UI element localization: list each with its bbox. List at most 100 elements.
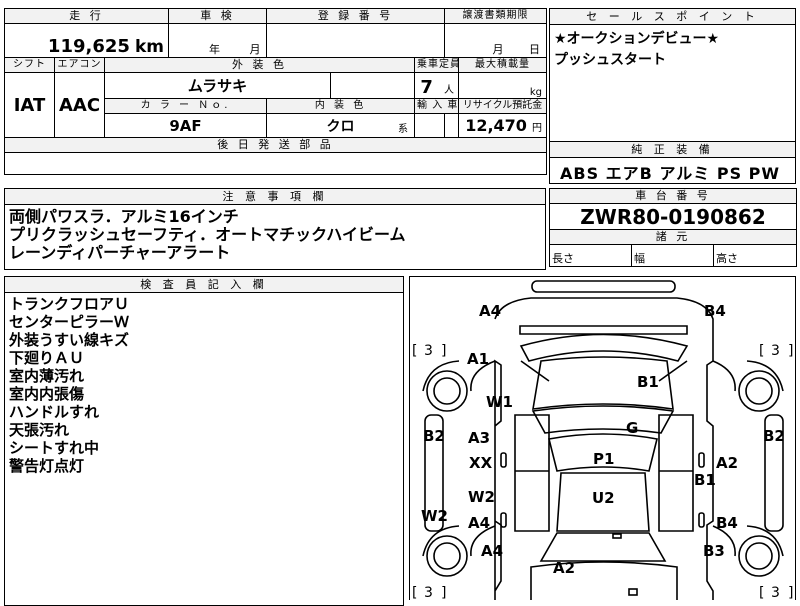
mark-label: B3 xyxy=(703,542,725,560)
inspector-line: トランクフロアＵ xyxy=(9,295,130,313)
mark-label: W2 xyxy=(421,507,448,525)
wheel-rear-left-outer xyxy=(426,535,468,577)
mark-label: A4 xyxy=(481,542,503,560)
front-panel-shape xyxy=(539,532,667,562)
inspector-line: センターピラーＷ xyxy=(9,313,130,331)
registration-value xyxy=(266,23,446,58)
mark-label: B2 xyxy=(763,427,785,445)
inspector-line: ハンドルすれ xyxy=(9,403,100,421)
tailgate-shape xyxy=(519,325,688,335)
inspector-line: 室内薄汚れ xyxy=(9,367,85,385)
genuine-equipment-box: 純 正 装 備 ABS エアB アルミ PS PW xyxy=(549,141,796,184)
capacity-header: 乗車定員 xyxy=(414,57,460,73)
capacity-number: 7 xyxy=(420,77,433,98)
notes-box: 注 意 事 項 欄 両側パワスラ．アルミ16インチ プリクラッシュセーフティ．オ… xyxy=(4,188,546,270)
registration-header: 登 録 番 号 xyxy=(266,8,446,24)
mileage-number: 119,625 xyxy=(47,36,130,57)
mark-label: U2 xyxy=(592,489,615,507)
aircon-header: エアコン xyxy=(54,57,105,73)
mark-label: W2 xyxy=(468,488,495,506)
genuine-equipment-value: ABS エアB アルミ PS PW xyxy=(560,164,781,183)
wheel-front-left-inner xyxy=(433,377,461,405)
tire-bracket-right-bottom: [ xyxy=(759,585,764,600)
bottom-mark-shape xyxy=(628,588,638,596)
mark-label: B4 xyxy=(716,514,738,532)
wheel-front-right-inner xyxy=(745,377,773,405)
mark-label: A4 xyxy=(479,302,501,320)
mark-label: A2 xyxy=(716,454,738,472)
shift-value: IAT xyxy=(4,72,55,138)
right-door-shape xyxy=(658,414,694,532)
inspection-header: 車 検 xyxy=(168,8,268,24)
chassis-table: 車 台 番 号 ZWR80-0190862 諸 元 長さ 幅 高さ xyxy=(548,188,798,267)
mark-label: A2 xyxy=(553,559,575,577)
inspection-month-unit: 月 xyxy=(249,43,261,56)
handle-shape xyxy=(500,512,507,528)
transfer-header: 譲渡書類期限 xyxy=(444,8,548,24)
inspector-line: 外装うすい線キズ xyxy=(9,331,130,349)
tire-bracket-right-bottom-close: ] xyxy=(788,585,793,600)
capacity-unit: 人 xyxy=(444,85,455,96)
transfer-day-unit: 日 xyxy=(529,43,541,56)
vehicle-info-table: 走 行 車 検 登 録 番 号 譲渡書類期限 119,625 km 年 月 月 … xyxy=(3,8,548,175)
mark-label: B4 xyxy=(704,302,726,320)
spec-width: 幅 xyxy=(631,244,714,267)
mileage-value: 119,625 km xyxy=(3,23,170,58)
tire-bracket-right-top: [ xyxy=(759,343,764,359)
import-cell-a xyxy=(414,113,446,138)
max-load-header: 最大積載量 xyxy=(458,57,548,73)
sales-point-lines: ★オークションデビュー★ プッシュスタート xyxy=(554,29,719,71)
mark-label: W1 xyxy=(486,393,513,411)
mileage-unit: km xyxy=(135,37,165,57)
chassis-number: ZWR80-0190862 xyxy=(548,203,798,230)
mark-label: G xyxy=(626,419,638,437)
inspector-line: 天張汚れ xyxy=(9,421,70,439)
spec-header: 諸 元 xyxy=(548,229,798,245)
tire-bracket-right-top-close: ] xyxy=(788,343,793,359)
body-outline-shape xyxy=(494,297,714,600)
sales-point-line: ★オークションデビュー★ xyxy=(554,31,720,47)
handle-shape xyxy=(500,452,507,468)
wheel-front-left-outer xyxy=(426,370,468,412)
shift-text: IAT xyxy=(13,94,46,116)
wheel-front-right-outer xyxy=(738,370,780,412)
interior-color-text: クロ xyxy=(326,118,355,135)
interior-color-header: 内 装 色 xyxy=(266,98,416,114)
aircon-text: AAC xyxy=(58,94,101,116)
recycle-header: リサイクル預託金 xyxy=(458,98,548,114)
mark-label: A4 xyxy=(468,514,490,532)
notes-line: レーンディパーチャーアラート xyxy=(9,243,231,262)
roof-line-shape xyxy=(531,405,675,434)
sales-point-line: プッシュスタート xyxy=(554,52,666,68)
inspector-header: 検 査 員 記 入 欄 xyxy=(5,277,403,293)
tire-bracket-left-bottom: [ xyxy=(412,585,417,600)
inspector-line: シートすれ中 xyxy=(9,439,100,457)
notes-line: 両側パワスラ．アルミ16インチ xyxy=(9,207,239,226)
transfer-month-unit: 月 xyxy=(492,43,504,56)
later-parts-header: 後 日 発 送 部 品 xyxy=(3,137,548,153)
recycle-number: 12,470 xyxy=(465,116,527,135)
exterior-color-extra xyxy=(330,72,416,99)
color-no-header: カ ラ ー Ｎｏ. xyxy=(103,98,268,114)
inspector-box: 検 査 員 記 入 欄 トランクフロアＵ センターピラーＷ 外装うすい線キズ 下… xyxy=(4,276,404,606)
mark-label: B1 xyxy=(694,471,716,489)
interior-color-suffix: 系 xyxy=(398,124,409,135)
tire-bracket-left-bottom-close: ] xyxy=(441,585,446,600)
car-diagram: [ 3 ] [ 3 ] [ 3 ] [ 3 ] A4 B4 A1 B1 W1 G… xyxy=(412,280,793,600)
recycle-unit: 円 xyxy=(532,123,543,134)
tire-depth-rl: 3 xyxy=(424,585,433,600)
tire-depth-fr: 3 xyxy=(771,343,780,359)
import-header: 輸 入 車 xyxy=(414,98,460,114)
mark-label: XX xyxy=(469,454,493,472)
color-no-value: 9AF xyxy=(103,113,268,138)
pillar-lines-shape xyxy=(520,360,688,382)
notes-header: 注 意 事 項 欄 xyxy=(5,189,545,205)
tire-bracket-left-top-close: ] xyxy=(441,343,446,359)
import-cell-b xyxy=(444,113,460,138)
inspection-year-unit: 年 xyxy=(209,43,221,56)
sales-point-header: セ ー ル ス ポ イ ン ト xyxy=(550,9,795,25)
car-diagram-box: [ 3 ] [ 3 ] [ 3 ] [ 3 ] A4 B4 A1 B1 W1 G… xyxy=(409,276,796,600)
tire-depth-rr: 3 xyxy=(771,585,780,600)
handle-shape xyxy=(698,452,705,468)
spec-length: 長さ xyxy=(549,244,632,267)
